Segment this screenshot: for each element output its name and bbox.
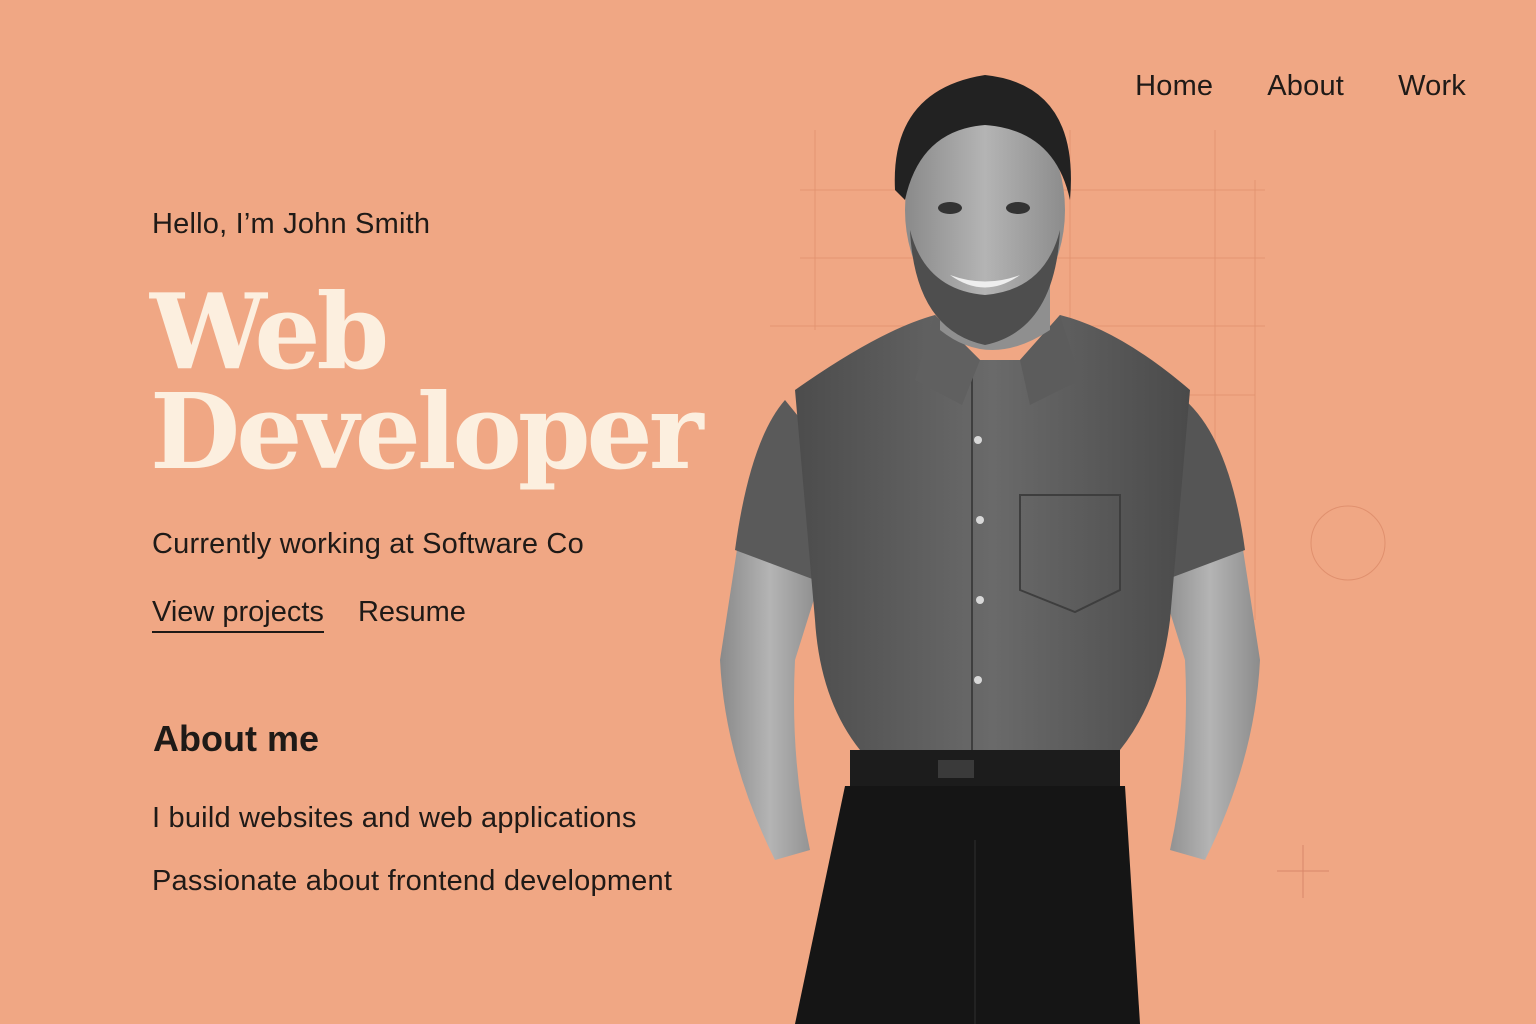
portrait-photo-icon bbox=[720, 75, 1260, 1024]
hero-subtitle: Currently working at Software Co bbox=[152, 528, 584, 560]
hero-title-line2: Developer bbox=[150, 370, 704, 493]
view-projects-link[interactable]: View projects bbox=[152, 596, 324, 633]
hero-greeting: Hello, I’m John Smith bbox=[152, 208, 431, 240]
hero-title-line1: Web bbox=[150, 270, 389, 393]
decorative-circle-icon bbox=[1310, 505, 1386, 581]
nav-work-link[interactable]: Work bbox=[1398, 70, 1466, 103]
hero-title: Web Developer bbox=[150, 270, 704, 493]
about-line-1: I build websites and web applications bbox=[152, 802, 637, 834]
about-line-2: Passionate about frontend development bbox=[152, 865, 673, 897]
about-heading: About me bbox=[153, 718, 319, 759]
hero-links: View projects Resume bbox=[152, 596, 466, 633]
resume-link[interactable]: Resume bbox=[358, 596, 466, 633]
